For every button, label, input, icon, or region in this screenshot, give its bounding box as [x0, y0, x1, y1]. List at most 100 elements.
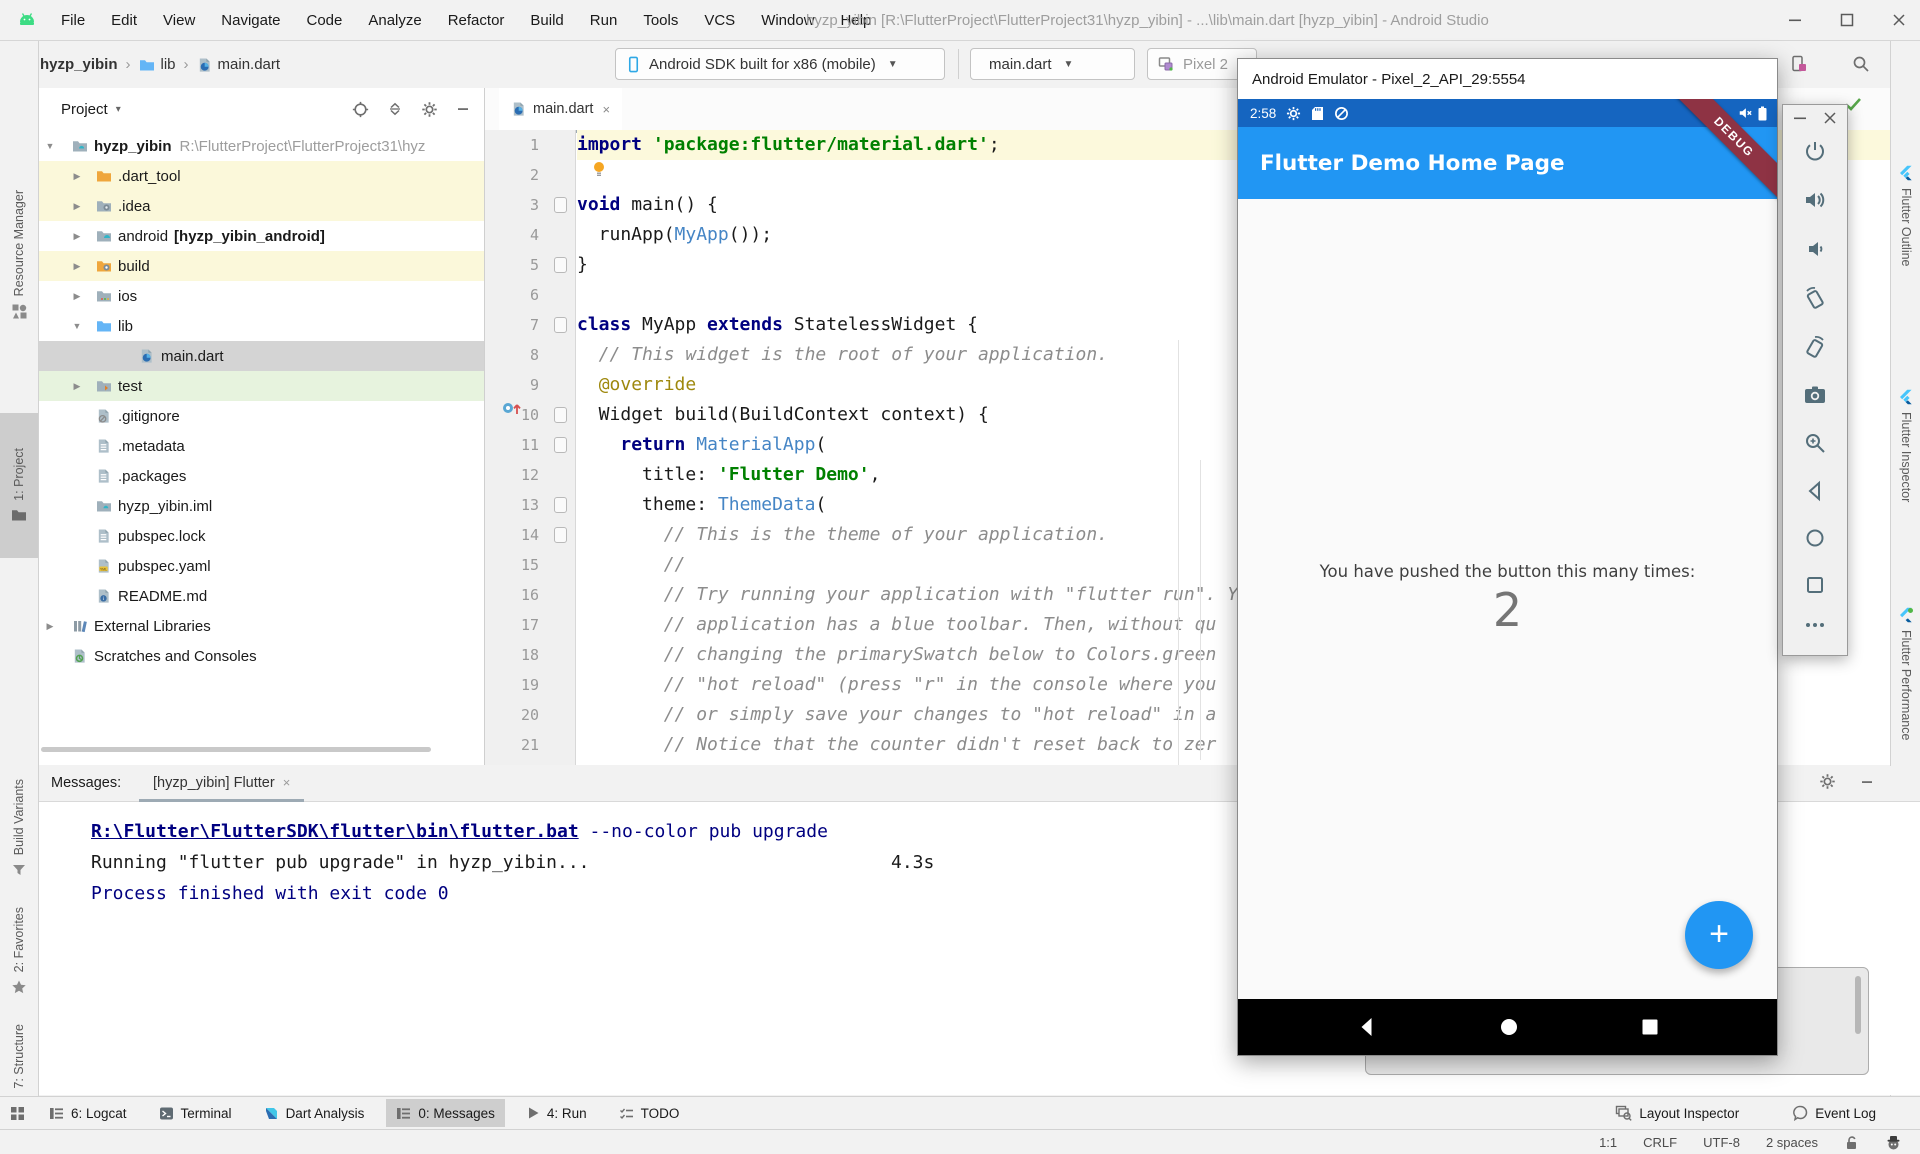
- stripe-flutter-outline[interactable]: Flutter Outline: [1891, 116, 1920, 316]
- menu-run[interactable]: Run: [577, 12, 631, 29]
- tree-item-ios[interactable]: ▶ios: [39, 281, 484, 311]
- chevron-collapsed-icon[interactable]: ▶: [71, 261, 83, 272]
- tree-item--packages[interactable]: .packages: [39, 461, 484, 491]
- nav-square-icon[interactable]: [1639, 1016, 1661, 1038]
- android-emulator-window[interactable]: Android Emulator - Pixel_2_API_29:5554 2…: [1237, 58, 1778, 1056]
- stripe-flutter-performance[interactable]: Flutter Performance: [1891, 556, 1920, 791]
- emulator-close-icon[interactable]: [1823, 111, 1837, 125]
- console-hide-icon[interactable]: [1860, 773, 1874, 790]
- close-icon[interactable]: ×: [602, 102, 610, 117]
- fold-marker-icon[interactable]: [554, 407, 567, 423]
- tree-item-external-libraries[interactable]: ▶External Libraries: [39, 611, 484, 641]
- tree-item-main-dart[interactable]: main.dart: [39, 341, 484, 371]
- chevron-collapsed-icon[interactable]: ▶: [71, 291, 83, 302]
- fold-marker-icon[interactable]: [554, 437, 567, 453]
- fold-marker-icon[interactable]: [554, 527, 567, 543]
- stripe-flutter-inspector[interactable]: Flutter Inspector: [1891, 346, 1920, 546]
- tree-item-lib[interactable]: ▼lib: [39, 311, 484, 341]
- chevron-expanded-icon[interactable]: ▼: [44, 141, 56, 151]
- menu-file[interactable]: File: [48, 12, 98, 29]
- toolbar-button-terminal[interactable]: Terminal: [149, 1099, 242, 1127]
- tab-main-dart[interactable]: main.dart ×: [499, 88, 622, 133]
- menu-navigate[interactable]: Navigate: [208, 12, 293, 29]
- emulator-window-title[interactable]: Android Emulator - Pixel_2_API_29:5554: [1238, 59, 1777, 99]
- stripe-1-project[interactable]: 1: Project: [0, 413, 38, 558]
- emulator-volume-up-icon[interactable]: [1803, 188, 1827, 212]
- status-crlf[interactable]: CRLF: [1643, 1135, 1677, 1150]
- tree-item-pubspec-yaml[interactable]: YMLpubspec.yaml: [39, 551, 484, 581]
- chevron-expanded-icon[interactable]: ▼: [71, 321, 83, 331]
- emulator-nav-square-icon[interactable]: [1804, 574, 1826, 596]
- menu-view[interactable]: View: [150, 12, 208, 29]
- phone-screen[interactable]: 2:58 Flutter Demo Home Page You have pus…: [1238, 99, 1777, 1055]
- emulator-volume-down-icon[interactable]: [1803, 237, 1827, 261]
- tree-item-readme-md[interactable]: iREADME.md: [39, 581, 484, 611]
- scrollbar-thumb[interactable]: [1855, 976, 1861, 1034]
- toolbar-button-event-log[interactable]: Event Log: [1783, 1099, 1886, 1127]
- hide-icon[interactable]: [456, 102, 470, 116]
- menu-analyze[interactable]: Analyze: [355, 12, 434, 29]
- console-link[interactable]: R:\Flutter\FlutterSDK\flutter\bin\flutte…: [91, 821, 579, 842]
- tree-item--dart_tool[interactable]: ▶.dart_tool: [39, 161, 484, 191]
- tree-item--idea[interactable]: ▶.idea: [39, 191, 484, 221]
- emulator-nav-home-icon[interactable]: [1804, 527, 1826, 549]
- tree-item-hyzp_yibin[interactable]: ▼hyzp_yibinR:\FlutterProject\FlutterProj…: [39, 131, 484, 161]
- tree-item--metadata[interactable]: .metadata: [39, 431, 484, 461]
- chevron-collapsed-icon[interactable]: ▶: [71, 201, 83, 212]
- menu-code[interactable]: Code: [293, 12, 355, 29]
- status-1-1[interactable]: 1:1: [1599, 1135, 1617, 1150]
- emulator-minimize-icon[interactable]: [1793, 111, 1807, 125]
- tree-item-test[interactable]: ▶test: [39, 371, 484, 401]
- emulator-camera-icon[interactable]: [1803, 384, 1827, 406]
- tree-item-build[interactable]: ▶build: [39, 251, 484, 281]
- chevron-collapsed-icon[interactable]: ▶: [71, 231, 83, 242]
- chevron-collapsed-icon[interactable]: ▶: [71, 381, 83, 392]
- fab-add-button[interactable]: +: [1685, 901, 1753, 969]
- menu-build[interactable]: Build: [517, 12, 576, 29]
- emulator-rotate-left-icon[interactable]: [1803, 286, 1827, 310]
- project-panel-title[interactable]: Project: [61, 101, 108, 118]
- close-icon[interactable]: ×: [283, 775, 291, 790]
- messages-tab-flutter[interactable]: [hyzp_yibin] Flutter ×: [139, 766, 304, 802]
- tree-item-scratches-and-consoles[interactable]: Scratches and Consoles: [39, 641, 484, 671]
- chevron-collapsed-icon[interactable]: ▶: [44, 621, 56, 632]
- window-close-icon[interactable]: [1892, 13, 1906, 27]
- menu-tools[interactable]: Tools: [630, 12, 691, 29]
- emulator-zoom-icon[interactable]: [1803, 431, 1827, 455]
- search-icon[interactable]: [1852, 55, 1870, 73]
- stripe-resource-manager[interactable]: Resource Manager: [0, 141, 38, 369]
- status-utf-8[interactable]: UTF-8: [1703, 1135, 1740, 1150]
- fold-marker-icon[interactable]: [554, 197, 567, 213]
- tree-item-hyzp_yibin-iml[interactable]: hyzp_yibin.iml: [39, 491, 484, 521]
- emulator-power-icon[interactable]: [1803, 139, 1827, 163]
- intention-bulb-icon[interactable]: [591, 160, 607, 178]
- locate-icon[interactable]: [352, 101, 369, 118]
- window-minimize-icon[interactable]: [1788, 13, 1802, 27]
- chevron-collapsed-icon[interactable]: ▶: [71, 171, 83, 182]
- toolbar-button-4-run[interactable]: 4: Run: [517, 1099, 597, 1127]
- menu-refactor[interactable]: Refactor: [435, 12, 518, 29]
- toolbar-button-layout-inspector[interactable]: Layout Inspector: [1605, 1099, 1749, 1127]
- toolbar-button-0-messages[interactable]: 0: Messages: [386, 1099, 505, 1127]
- toolbar-button-6-logcat[interactable]: 6: Logcat: [39, 1099, 137, 1127]
- emulator-more-icon[interactable]: [1804, 621, 1826, 629]
- breadcrumb-lib[interactable]: lib: [161, 56, 176, 73]
- override-marker-icon[interactable]: [501, 400, 523, 416]
- tree-item--gitignore[interactable]: .gitignore: [39, 401, 484, 431]
- tree-item-android[interactable]: ▶android[hyzp_yibin_android]: [39, 221, 484, 251]
- device-selector-dropdown[interactable]: Android SDK built for x86 (mobile) ▼: [615, 48, 945, 80]
- device-manager-icon[interactable]: [1790, 55, 1808, 73]
- fold-marker-icon[interactable]: [554, 497, 567, 513]
- stripe-2-favorites[interactable]: 2: Favorites: [0, 896, 38, 1006]
- toolbar-button-dart-analysis[interactable]: Dart Analysis: [254, 1099, 375, 1127]
- menu-edit[interactable]: Edit: [98, 12, 150, 29]
- nav-back-icon[interactable]: [1355, 1015, 1379, 1039]
- emulator-nav-back-icon[interactable]: [1804, 480, 1826, 502]
- fold-marker-icon[interactable]: [554, 257, 567, 273]
- settings-icon[interactable]: [421, 101, 438, 118]
- emulator-rotate-right-icon[interactable]: [1803, 335, 1827, 359]
- toolbar-button-todo[interactable]: TODO: [609, 1099, 690, 1127]
- fold-marker-icon[interactable]: [554, 317, 567, 333]
- window-switcher-icon[interactable]: [10, 1106, 25, 1121]
- collapse-all-icon[interactable]: [387, 101, 403, 117]
